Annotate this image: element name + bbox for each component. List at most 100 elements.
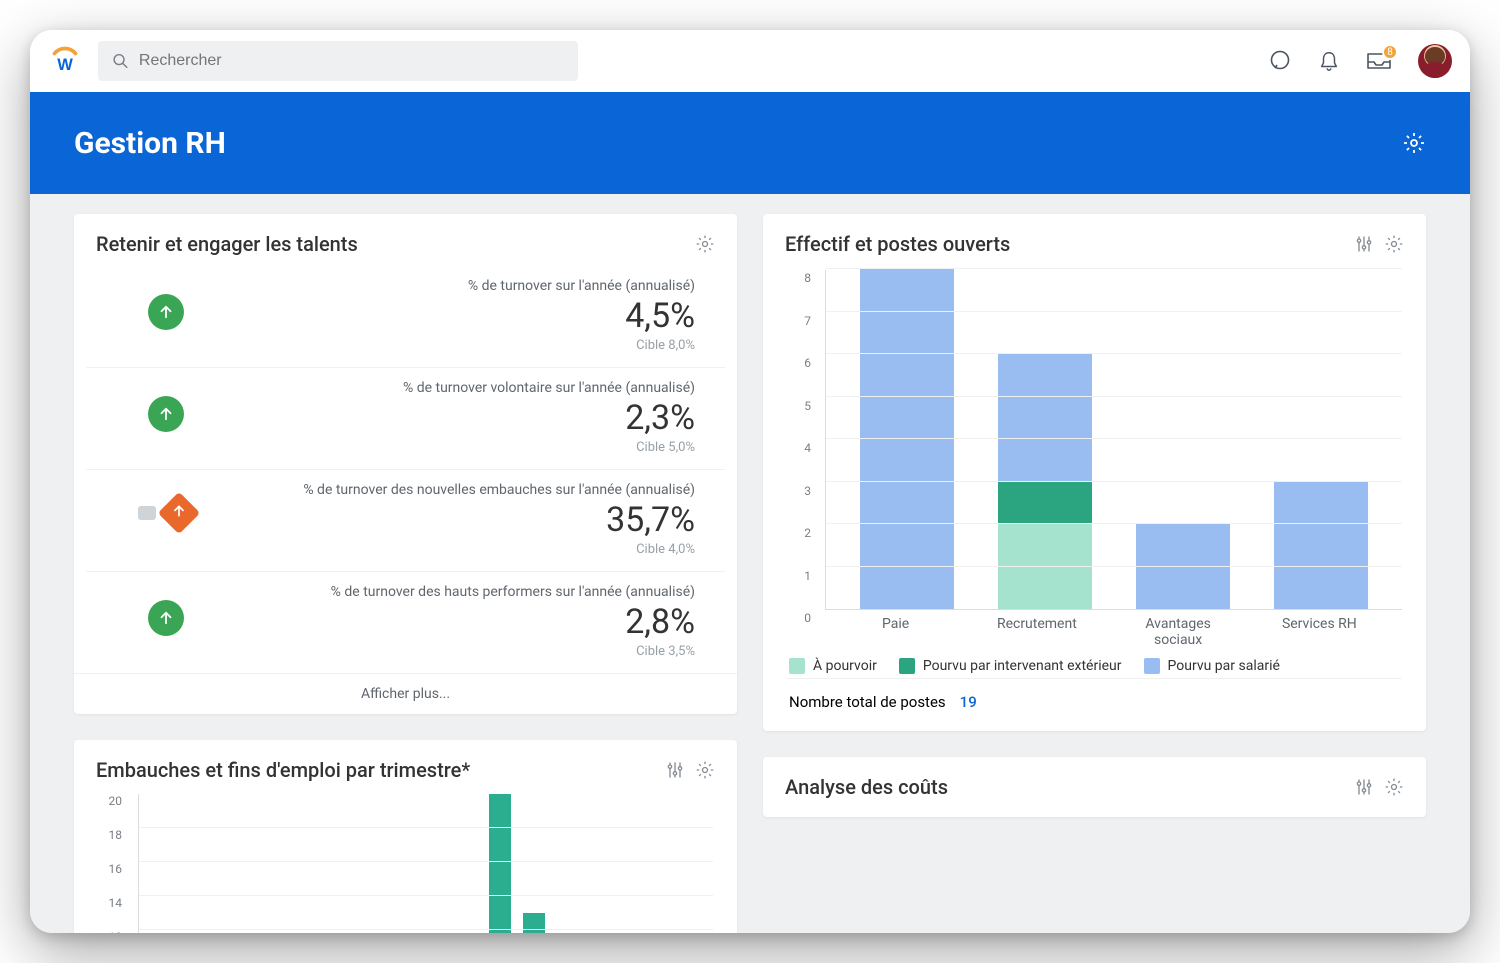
y-tick: 6 xyxy=(804,356,811,370)
y-tick: 16 xyxy=(109,862,123,876)
kpi-label: % de turnover sur l'année (annualisé) xyxy=(236,278,695,294)
bar-segment xyxy=(998,482,1092,525)
card-cost-analysis: Analyse des coûts xyxy=(763,757,1426,817)
card-title: Effectif et postes ouverts xyxy=(785,232,1010,256)
right-column: Effectif et postes ouverts 012345678 xyxy=(763,214,1426,933)
bar-segment xyxy=(1274,482,1368,610)
card-title: Analyse des coûts xyxy=(785,775,948,799)
y-tick: 12 xyxy=(109,930,123,933)
comment-icon xyxy=(138,506,156,520)
legend-item[interactable]: Pourvu par intervenant extérieur xyxy=(899,658,1122,674)
gear-icon[interactable] xyxy=(695,760,715,780)
kpi-indicator xyxy=(96,278,236,330)
chart-footer: Nombre total de postes 19 xyxy=(787,678,1402,717)
bar-column[interactable] xyxy=(1136,524,1230,609)
legend-swatch xyxy=(1144,658,1160,674)
bar-column[interactable] xyxy=(1274,482,1368,610)
kpi-target: Cible 3,5% xyxy=(236,644,695,659)
sliders-icon[interactable] xyxy=(665,760,685,780)
x-tick: Recrutement xyxy=(990,616,1084,648)
total-value: 19 xyxy=(960,693,977,711)
trend-up-icon xyxy=(148,600,184,636)
topbar-actions: 8 xyxy=(1268,44,1452,78)
kpi-indicator xyxy=(96,584,236,636)
notifications-icon[interactable] xyxy=(1318,49,1340,73)
kpi-value: 2,8% xyxy=(236,602,695,642)
x-tick: Services RH xyxy=(1272,616,1366,648)
kpi-indicator xyxy=(96,482,236,528)
search-input[interactable] xyxy=(139,52,564,70)
legend-label: Pourvu par salarié xyxy=(1168,658,1280,674)
legend-item[interactable]: À pourvoir xyxy=(789,658,877,674)
topbar: W 8 xyxy=(30,30,1470,92)
kpi-target: Cible 8,0% xyxy=(236,338,695,353)
search-icon xyxy=(112,52,129,70)
kpi-value: 4,5% xyxy=(236,296,695,336)
gear-icon[interactable] xyxy=(695,234,715,254)
kpi-indicator xyxy=(96,380,236,432)
bar-segment xyxy=(860,269,954,609)
card-retain-talents: Retenir et engager les talents % de turn… xyxy=(74,214,737,714)
gear-icon[interactable] xyxy=(1384,234,1404,254)
y-tick: 5 xyxy=(804,399,811,413)
kpi-value: 35,7% xyxy=(236,500,695,540)
headcount-chart: 012345678 PaieRecrutementAvantages socia… xyxy=(763,262,1426,731)
sliders-icon[interactable] xyxy=(1354,234,1374,254)
avatar[interactable] xyxy=(1418,44,1452,78)
y-tick: 14 xyxy=(109,896,123,910)
bar-segment xyxy=(1136,524,1230,609)
legend-swatch xyxy=(899,658,915,674)
svg-text:W: W xyxy=(57,56,73,74)
y-tick: 4 xyxy=(804,441,811,455)
y-tick: 7 xyxy=(804,314,811,328)
kpi-label: % de turnover des nouvelles embauches su… xyxy=(236,482,695,498)
hires-chart: 20 18 16 14 12 xyxy=(74,788,737,933)
trend-up-icon xyxy=(148,294,184,330)
y-tick: 18 xyxy=(109,828,123,842)
y-tick: 3 xyxy=(804,484,811,498)
y-tick: 0 xyxy=(804,611,811,625)
show-more-button[interactable]: Afficher plus... xyxy=(74,673,737,714)
x-tick: Avantages sociaux xyxy=(1131,616,1225,648)
card-hires: Embauches et fins d'emploi par trimestre… xyxy=(74,740,737,933)
page-title: Gestion RH xyxy=(74,126,226,161)
y-tick: 2 xyxy=(804,526,811,540)
legend-item[interactable]: Pourvu par salarié xyxy=(1144,658,1280,674)
left-column: Retenir et engager les talents % de turn… xyxy=(74,214,737,933)
kpi-row[interactable]: % de turnover des hauts performers sur l… xyxy=(86,571,725,673)
chat-icon[interactable] xyxy=(1268,49,1292,73)
page-settings-button[interactable] xyxy=(1402,131,1426,155)
dashboard-body: Retenir et engager les talents % de turn… xyxy=(30,194,1470,933)
legend-label: Pourvu par intervenant extérieur xyxy=(923,658,1122,674)
bar-column[interactable] xyxy=(998,354,1092,609)
y-tick: 20 xyxy=(109,794,123,808)
kpi-target: Cible 5,0% xyxy=(236,440,695,455)
bar[interactable] xyxy=(523,913,545,933)
bar[interactable] xyxy=(489,794,511,933)
kpi-row[interactable]: % de turnover volontaire sur l'année (an… xyxy=(86,367,725,469)
workday-logo: W xyxy=(48,44,82,78)
kpi-label: % de turnover des hauts performers sur l… xyxy=(236,584,695,600)
inbox-badge: 8 xyxy=(1382,44,1398,60)
kpi-value: 2,3% xyxy=(236,398,695,438)
kpi-target: Cible 4,0% xyxy=(236,542,695,557)
legend-label: À pourvoir xyxy=(813,658,877,674)
card-title: Embauches et fins d'emploi par trimestre… xyxy=(96,758,470,782)
y-tick: 1 xyxy=(804,569,811,583)
sliders-icon[interactable] xyxy=(1354,777,1374,797)
card-title: Retenir et engager les talents xyxy=(96,232,358,256)
bar-segment xyxy=(998,354,1092,482)
legend-swatch xyxy=(789,658,805,674)
chart-legend: À pourvoir Pourvu par intervenant extérie… xyxy=(787,648,1402,678)
bar-segment xyxy=(998,524,1092,609)
kpi-row[interactable]: % de turnover des nouvelles embauches su… xyxy=(86,469,725,571)
alert-diamond-icon xyxy=(158,492,200,534)
gear-icon[interactable] xyxy=(1384,777,1404,797)
bar-column[interactable] xyxy=(860,269,954,609)
search-input-wrap[interactable] xyxy=(98,41,578,81)
inbox-icon[interactable]: 8 xyxy=(1366,50,1392,72)
page-header: Gestion RH xyxy=(30,92,1470,194)
x-tick: Paie xyxy=(849,616,943,648)
kpi-row[interactable]: % de turnover sur l'année (annualisé) 4,5… xyxy=(86,266,725,367)
total-label: Nombre total de postes xyxy=(789,693,946,711)
